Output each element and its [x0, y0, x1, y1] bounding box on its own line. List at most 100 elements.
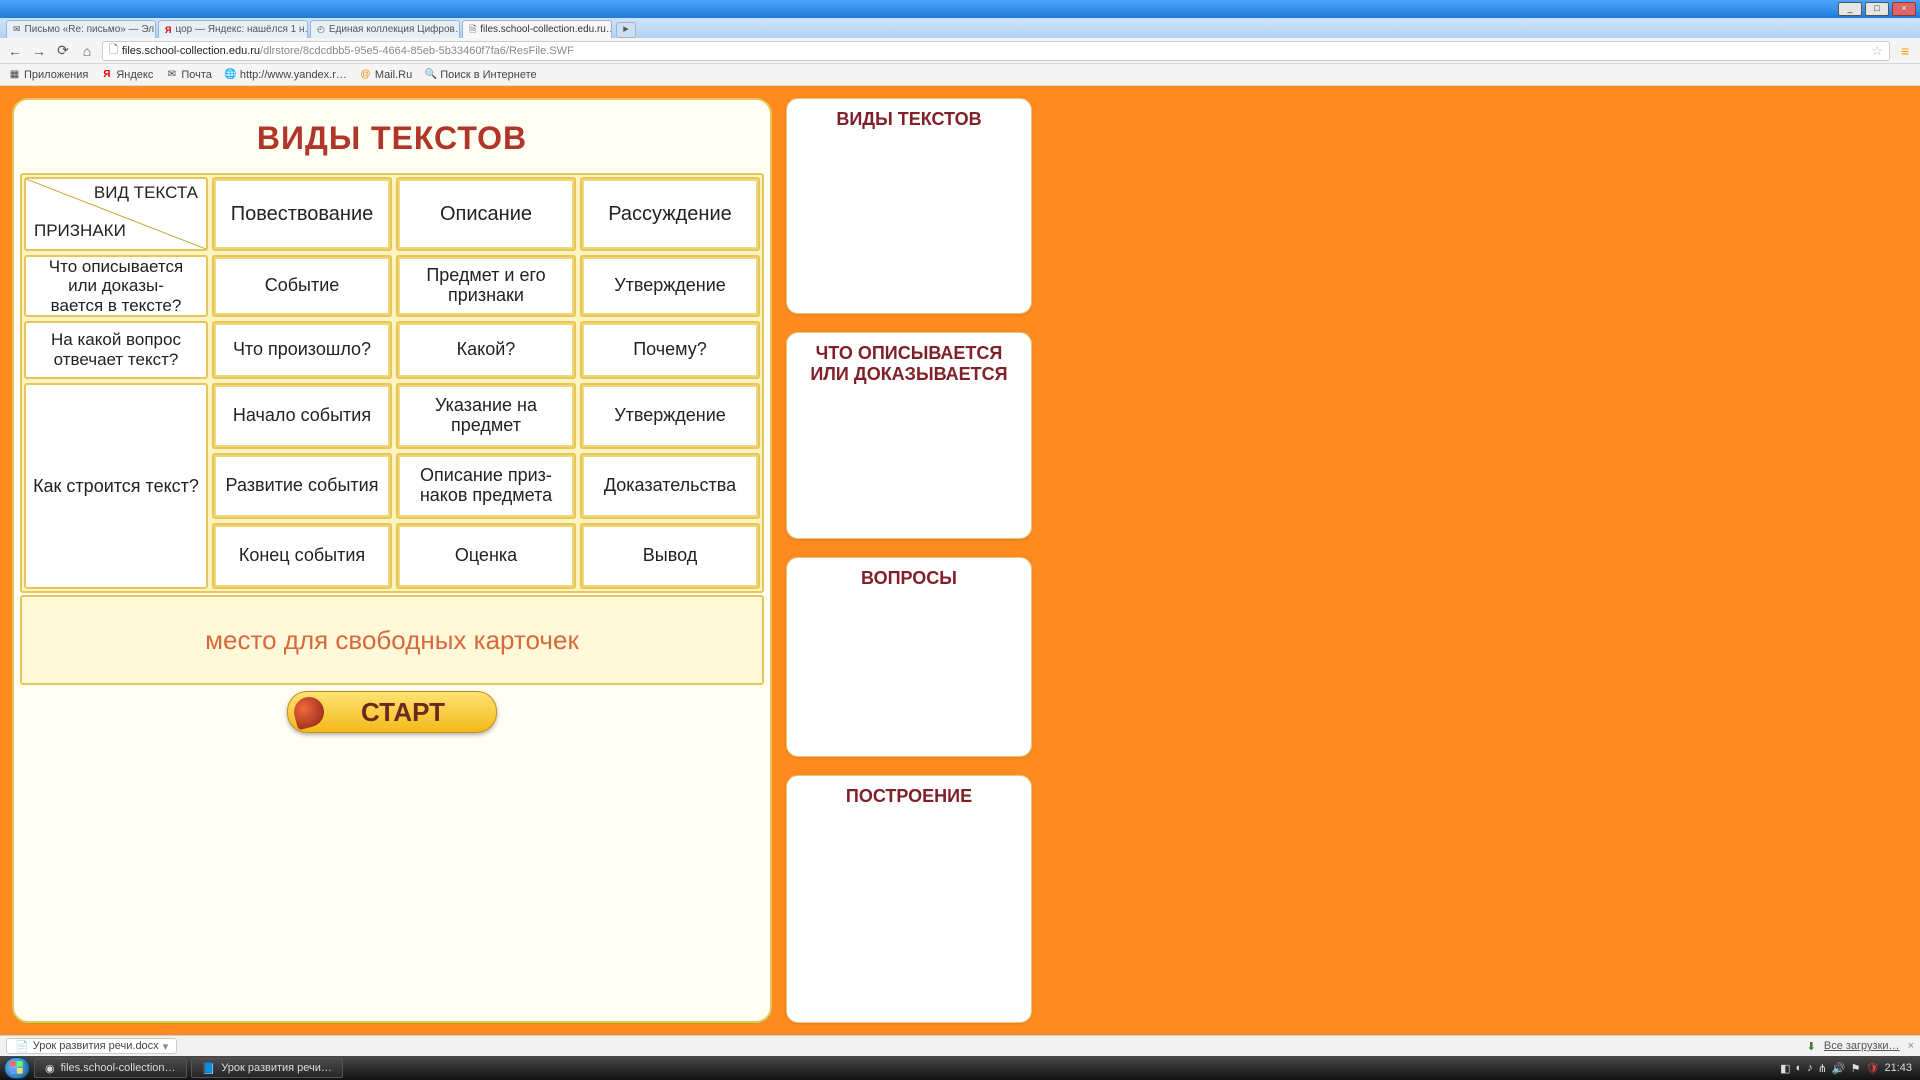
apps-button[interactable]: ▦Приложения	[8, 68, 88, 81]
collection-icon: ◴	[317, 24, 325, 36]
free-cards-area[interactable]: место для свободных карточек	[20, 595, 764, 685]
task-chrome[interactable]: ◉files.school-collection…	[34, 1058, 187, 1078]
card-eval[interactable]: Оценка	[396, 523, 576, 589]
header-card-narration[interactable]: Повествование	[212, 177, 392, 251]
classification-grid: ВИД ТЕКСТА ПРИЗНАКИ Повествование Описан…	[20, 173, 764, 593]
tray-icon[interactable]: ♪	[1807, 1062, 1813, 1074]
mail-icon: ✉	[13, 24, 21, 36]
forward-button[interactable]: →	[30, 42, 48, 60]
side-card-types[interactable]: ВИДЫ ТЕКСТОВ	[786, 98, 1032, 314]
main-panel: ВИДЫ ТЕКСТОВ ВИД ТЕКСТА ПРИЗНАКИ Повеств…	[12, 98, 772, 1023]
url-host: files.school-collection.edu.ru	[122, 45, 260, 57]
card-claim[interactable]: Утверждение	[580, 383, 760, 449]
task-word[interactable]: 📘Урок развития речи…	[191, 1058, 343, 1078]
page-viewport: ВИДЫ ТЕКСТОВ ВИД ТЕКСТА ПРИЗНАКИ Повеств…	[0, 86, 1920, 1035]
card-develop[interactable]: Развитие события	[212, 453, 392, 519]
system-tray[interactable]: ◧ ◐ ♪ ⋔ 🔊 ⚑ 🛡 21:43	[1780, 1062, 1916, 1075]
card-features[interactable]: Описание приз-наков предмета	[396, 453, 576, 519]
page-icon: 🗋	[109, 41, 118, 60]
tab-label: цор — Яндекс: нашёлся 1 н…	[175, 24, 308, 35]
home-button[interactable]: ⌂	[78, 42, 96, 60]
card-q2[interactable]: Какой?	[396, 321, 576, 379]
window-close[interactable]: ×	[1892, 2, 1916, 16]
window-minimize[interactable]: _	[1838, 2, 1862, 16]
row-label-what: Что описывается или доказы-вается в текс…	[24, 255, 208, 317]
start-button[interactable]: СТАРТ	[287, 691, 497, 733]
browser-tab-1[interactable]: Яцор — Яндекс: нашёлся 1 н…×	[158, 20, 308, 38]
search-icon: 🔍	[424, 68, 437, 81]
volume-icon[interactable]: 🔊	[1832, 1062, 1846, 1075]
browser-tab-2[interactable]: ◴Единая коллекция Цифров…×	[310, 20, 460, 38]
clock[interactable]: 21:43	[1884, 1062, 1912, 1074]
window-maximize[interactable]: □	[1865, 2, 1889, 16]
app-title-area: ВИДЫ ТЕКСТОВ	[14, 100, 770, 173]
chevron-down-icon[interactable]: ▾	[163, 1040, 169, 1053]
card-end[interactable]: Конец события	[212, 523, 392, 589]
side-column: ВИДЫ ТЕКСТОВ ЧТО ОПИСЫВАЕТСЯ ИЛИ ДОКАЗЫВ…	[786, 98, 1032, 1023]
card-q1[interactable]: Что произошло?	[212, 321, 392, 379]
start-orb[interactable]	[4, 1057, 30, 1079]
bookmark-mail[interactable]: ✉Почта	[165, 68, 212, 81]
apps-icon: ▦	[8, 68, 21, 81]
card-subject[interactable]: Предмет и его признаки	[396, 255, 576, 317]
card-q3[interactable]: Почему?	[580, 321, 760, 379]
chrome-icon: ◉	[45, 1062, 55, 1075]
browser-tab-3[interactable]: 🗎files.school-collection.edu.ru…×	[462, 20, 612, 38]
card-point[interactable]: Указание на предмет	[396, 383, 576, 449]
network-icon[interactable]: ⋔	[1818, 1062, 1827, 1075]
shield-icon[interactable]: 🛡	[1866, 1062, 1880, 1075]
browser-tab-0[interactable]: ✉Письмо «Re: письмо» — Эл…×	[6, 20, 156, 38]
browser-toolbar: ← → ⟳ ⌂ 🗋 files.school-collection.edu.ru…	[0, 38, 1920, 64]
url-path: /dlrstore/8cdcdbb5-95e5-4664-85eb-5b3346…	[260, 45, 574, 57]
card-begin[interactable]: Начало события	[212, 383, 392, 449]
header-card-description[interactable]: Описание	[396, 177, 576, 251]
app-title: ВИДЫ ТЕКСТОВ	[14, 120, 770, 157]
card-statement[interactable]: Утверждение	[580, 255, 760, 317]
row-label-question: На какой вопрос отвечает текст?	[24, 321, 208, 379]
bookmark-search[interactable]: 🔍Поиск в Интернете	[424, 68, 536, 81]
tray-icon[interactable]: ◧	[1780, 1062, 1790, 1075]
tray-icon[interactable]: ◐	[1796, 1062, 1803, 1074]
window-titlebar: _ □ ×	[0, 0, 1920, 18]
header-card-reasoning[interactable]: Рассуждение	[580, 177, 760, 251]
bookmarks-bar: ▦Приложения ЯЯндекс ✉Почта 🌐http://www.y…	[0, 64, 1920, 86]
tab-label: files.school-collection.edu.ru…	[480, 24, 612, 35]
page-icon: 🗎	[469, 24, 476, 36]
at-icon: @	[359, 68, 372, 81]
bookmark-yandex-url[interactable]: 🌐http://www.yandex.r…	[224, 68, 347, 81]
corner-cell: ВИД ТЕКСТА ПРИЗНАКИ	[24, 177, 208, 251]
all-downloads-link[interactable]: Все загрузки…	[1824, 1040, 1900, 1052]
side-card-questions[interactable]: ВОПРОСЫ	[786, 557, 1032, 757]
mail-icon: ✉	[165, 68, 178, 81]
tab-label: Единая коллекция Цифров…	[329, 24, 460, 35]
taskbar: ◉files.school-collection… 📘Урок развития…	[0, 1056, 1920, 1080]
card-concl[interactable]: Вывод	[580, 523, 760, 589]
card-event[interactable]: Событие	[212, 255, 392, 317]
tab-label: Письмо «Re: письмо» — Эл…	[25, 24, 156, 35]
bookmark-mailru[interactable]: @Mail.Ru	[359, 68, 412, 81]
card-proof[interactable]: Доказательства	[580, 453, 760, 519]
diag-top: ВИД ТЕКСТА	[94, 183, 198, 203]
bookmark-yandex[interactable]: ЯЯндекс	[100, 68, 153, 81]
address-bar[interactable]: 🗋 files.school-collection.edu.ru/dlrstor…	[102, 41, 1890, 61]
bookmark-star-icon[interactable]: ☆	[1871, 43, 1883, 59]
yandex-icon: Я	[165, 24, 171, 36]
word-icon: 📘	[202, 1062, 216, 1075]
back-button[interactable]: ←	[6, 42, 24, 60]
word-icon: 📄	[15, 1040, 29, 1053]
side-card-what[interactable]: ЧТО ОПИСЫВАЕТСЯ ИЛИ ДОКАЗЫВАЕТСЯ	[786, 332, 1032, 540]
yandex-icon: Я	[100, 68, 113, 81]
link-icon: 🌐	[224, 68, 237, 81]
download-arrow-icon: ⬇	[1807, 1040, 1816, 1053]
row-label-structure: Как строится текст?	[24, 383, 208, 589]
side-card-structure[interactable]: ПОСТРОЕНИЕ	[786, 775, 1032, 1023]
download-item[interactable]: 📄 Урок развития речи.docx ▾	[6, 1038, 177, 1054]
chrome-menu-icon[interactable]: ≡	[1896, 42, 1914, 60]
diag-bottom: ПРИЗНАКИ	[34, 221, 126, 241]
download-shelf: 📄 Урок развития речи.docx ▾ ⬇ Все загруз…	[0, 1035, 1920, 1056]
close-shelf-button[interactable]: ×	[1908, 1040, 1914, 1052]
new-tab-button[interactable]: ▸	[616, 22, 636, 38]
flag-icon[interactable]: ⚑	[1851, 1062, 1861, 1075]
reload-button[interactable]: ⟳	[54, 42, 72, 60]
tab-strip: ✉Письмо «Re: письмо» — Эл…× Яцор — Яндек…	[0, 18, 1920, 38]
